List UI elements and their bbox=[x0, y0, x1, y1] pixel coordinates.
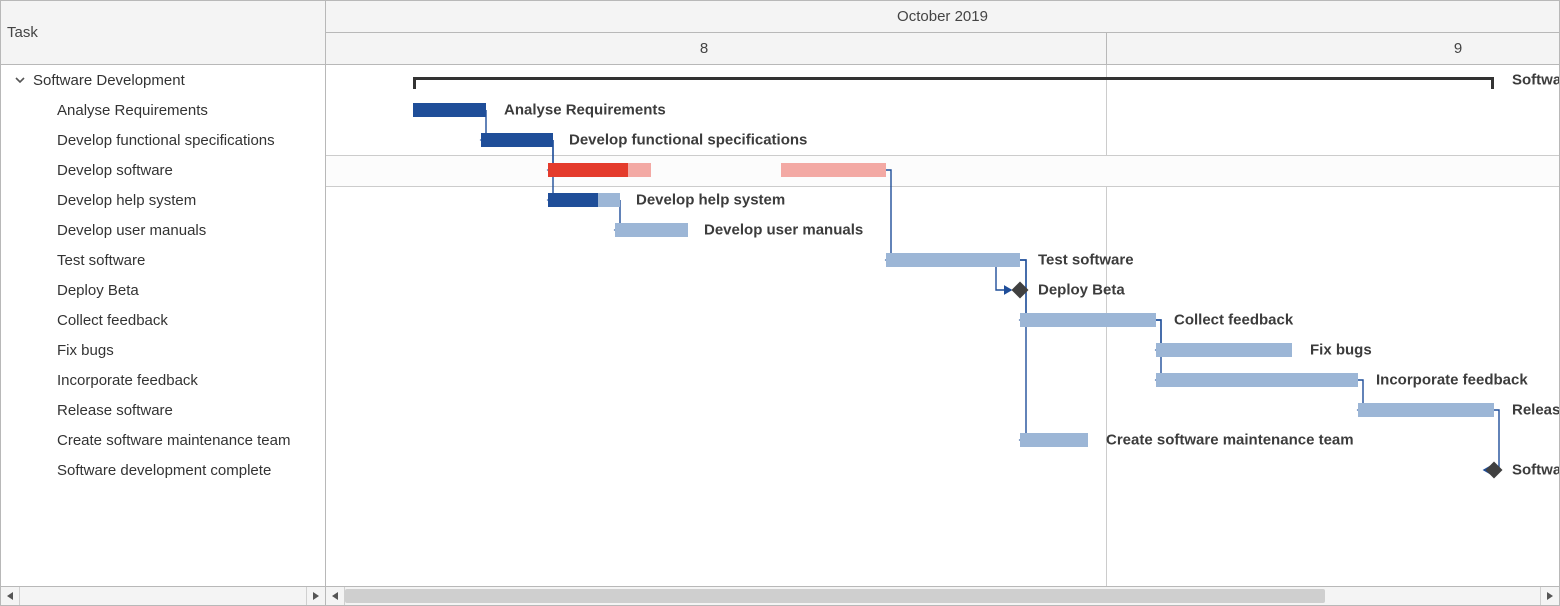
milestone-icon[interactable] bbox=[1012, 282, 1029, 299]
task-row[interactable]: Fix bugs bbox=[1, 335, 325, 365]
timeline-header: October 2019 8 9 bbox=[326, 1, 1559, 65]
task-row[interactable]: Release software bbox=[1, 395, 325, 425]
scroll-left-icon[interactable] bbox=[1, 587, 20, 605]
timescale-top: October 2019 bbox=[326, 1, 1559, 33]
gantt-bar[interactable] bbox=[598, 193, 620, 207]
gantt-bar-critical-remaining[interactable] bbox=[628, 163, 651, 177]
task-grid-hscrollbar[interactable] bbox=[1, 586, 325, 605]
bar-label: Analyse Requirements bbox=[504, 102, 666, 119]
milestone-icon[interactable] bbox=[1486, 462, 1503, 479]
timeline-hscrollbar[interactable] bbox=[326, 586, 1559, 605]
day-label: 9 bbox=[1438, 33, 1478, 64]
task-row-summary[interactable]: Software Development bbox=[1, 65, 325, 95]
time-divider bbox=[1106, 33, 1107, 64]
task-row[interactable]: Deploy Beta bbox=[1, 275, 325, 305]
gantt-bar[interactable] bbox=[1020, 433, 1088, 447]
bar-label: Create software maintenance team bbox=[1106, 432, 1354, 449]
task-column-title: Task bbox=[7, 24, 38, 41]
task-label: Analyse Requirements bbox=[57, 102, 208, 119]
bar-label: Develop user manuals bbox=[704, 222, 863, 239]
bar-label: Software Development bbox=[1512, 72, 1559, 89]
task-column-header[interactable]: Task bbox=[1, 1, 325, 65]
task-label: Release software bbox=[57, 402, 173, 419]
bar-label: Release software bbox=[1512, 402, 1559, 419]
bar-label: Deploy Beta bbox=[1038, 282, 1125, 299]
task-label: Fix bugs bbox=[57, 342, 114, 359]
gantt-bar[interactable] bbox=[1020, 313, 1156, 327]
gantt-bar[interactable] bbox=[1156, 343, 1292, 357]
gantt-bar[interactable] bbox=[615, 223, 688, 237]
gantt-container: Task Software Development Analyse Requir… bbox=[0, 0, 1560, 606]
gantt-bar[interactable] bbox=[1358, 403, 1494, 417]
task-row[interactable]: Develop software bbox=[1, 155, 325, 185]
scroll-thumb[interactable] bbox=[345, 589, 1325, 603]
task-label: Software development complete bbox=[57, 462, 271, 479]
bar-label: Develop help system bbox=[636, 192, 785, 209]
gantt-bar-critical-split[interactable] bbox=[781, 163, 886, 177]
gantt-bar-critical[interactable] bbox=[548, 163, 628, 177]
scroll-right-icon[interactable] bbox=[1540, 587, 1559, 605]
task-row[interactable]: Analyse Requirements bbox=[1, 95, 325, 125]
timescale-top-label: October 2019 bbox=[897, 8, 988, 25]
gantt-bar[interactable] bbox=[886, 253, 1020, 267]
task-label: Test software bbox=[57, 252, 145, 269]
bar-label: Develop functional specifications bbox=[569, 132, 807, 149]
task-row[interactable]: Incorporate feedback bbox=[1, 365, 325, 395]
task-grid: Task Software Development Analyse Requir… bbox=[1, 1, 326, 605]
task-label: Develop software bbox=[57, 162, 173, 179]
bar-label: Software development complete bbox=[1512, 462, 1559, 479]
task-row[interactable]: Collect feedback bbox=[1, 305, 325, 335]
scroll-left-icon[interactable] bbox=[326, 587, 345, 605]
summary-bar[interactable] bbox=[413, 77, 1494, 88]
task-row[interactable]: Create software maintenance team bbox=[1, 425, 325, 455]
task-label: Create software maintenance team bbox=[57, 432, 290, 449]
task-label: Incorporate feedback bbox=[57, 372, 198, 389]
gantt-bar[interactable] bbox=[548, 193, 598, 207]
task-label: Develop functional specifications bbox=[57, 132, 275, 149]
scroll-track[interactable] bbox=[20, 587, 306, 605]
day-label: 8 bbox=[684, 33, 724, 64]
bar-label: Fix bugs bbox=[1310, 342, 1372, 359]
scroll-right-icon[interactable] bbox=[306, 587, 325, 605]
task-label: Develop help system bbox=[57, 192, 196, 209]
task-rows: Software Development Analyse Requirement… bbox=[1, 65, 325, 586]
task-label: Software Development bbox=[33, 72, 185, 89]
task-row[interactable]: Software development complete bbox=[1, 455, 325, 485]
bar-label: Incorporate feedback bbox=[1376, 372, 1528, 389]
task-row[interactable]: Develop help system bbox=[1, 185, 325, 215]
task-row[interactable]: Develop user manuals bbox=[1, 215, 325, 245]
task-label: Develop user manuals bbox=[57, 222, 206, 239]
task-label: Deploy Beta bbox=[57, 282, 139, 299]
gantt-bar[interactable] bbox=[1156, 373, 1358, 387]
bar-label: Collect feedback bbox=[1174, 312, 1293, 329]
task-row[interactable]: Test software bbox=[1, 245, 325, 275]
gantt-bar[interactable] bbox=[413, 103, 486, 117]
timeline-body[interactable]: Software Development Analyse Requirement… bbox=[326, 65, 1559, 586]
bar-label: Test software bbox=[1038, 252, 1134, 269]
gantt-bar[interactable] bbox=[481, 133, 553, 147]
task-label: Collect feedback bbox=[57, 312, 168, 329]
chevron-down-icon[interactable] bbox=[11, 71, 29, 89]
row-highlight bbox=[326, 155, 1559, 187]
timescale-bottom: 8 9 bbox=[326, 33, 1559, 64]
task-row[interactable]: Develop functional specifications bbox=[1, 125, 325, 155]
scroll-track[interactable] bbox=[345, 587, 1540, 605]
timeline-panel: October 2019 8 9 bbox=[326, 1, 1559, 605]
